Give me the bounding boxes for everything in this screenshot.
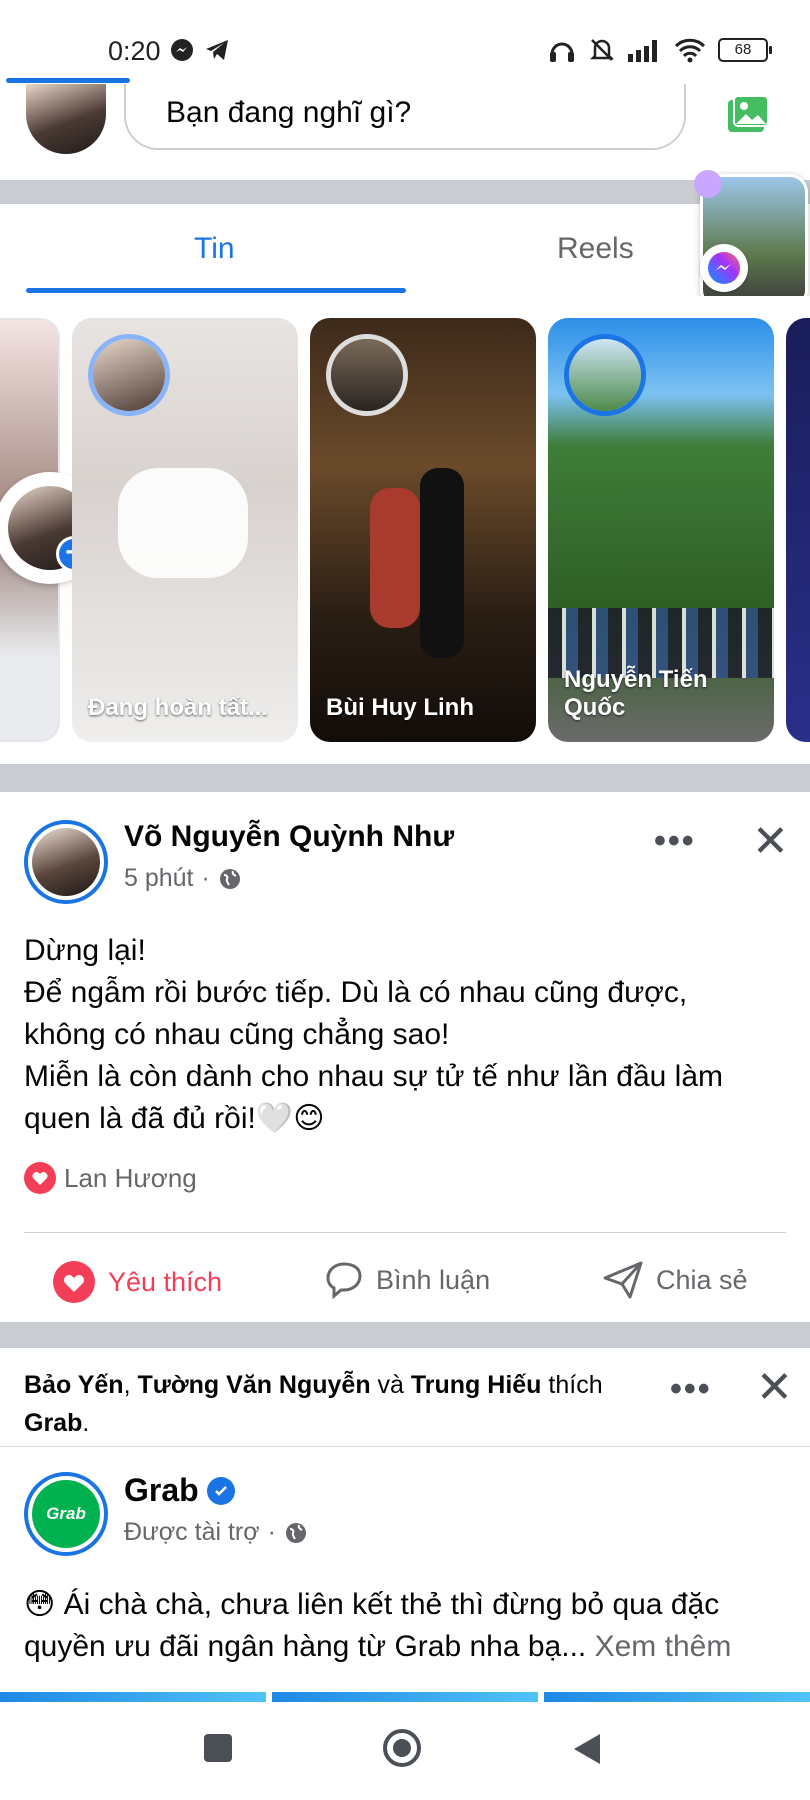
friend-name[interactable]: Trung Hiếu — [411, 1371, 542, 1399]
system-nav-bar — [0, 1702, 810, 1800]
post-text: Dừng lại! Để ngẫm rồi bước tiếp. Dù là c… — [24, 930, 794, 1140]
story-card[interactable]: Đang hoàn tất... — [72, 318, 298, 742]
story-image-mask — [118, 468, 248, 578]
sponsored-post: Bảo Yến, Tường Văn Nguyễn và Trung Hiếu … — [0, 1348, 810, 1704]
reactor-name: Lan Hương — [64, 1162, 197, 1193]
photo-icon[interactable] — [726, 94, 770, 134]
post-text-line: Miễn là còn dành cho nhau sự tử tế như l… — [24, 1060, 724, 1093]
status-bar: 0:20 68 — [0, 0, 810, 83]
story-figure — [370, 488, 420, 628]
post-meta: 5 phút · — [124, 864, 242, 893]
social-verb: thích — [541, 1371, 603, 1399]
story-name: Bùi Huy Linh — [326, 694, 474, 721]
post-author-avatar[interactable] — [24, 820, 108, 904]
signal-icon — [628, 40, 657, 62]
composer-input[interactable]: Bạn đang nghĩ gì? — [124, 84, 686, 150]
story-card[interactable]: Bùi Huy Linh — [310, 318, 536, 742]
comment-icon — [326, 1262, 362, 1300]
back-button[interactable] — [572, 1732, 602, 1766]
post-divider — [0, 1446, 810, 1447]
page-avatar[interactable]: Grab — [24, 1472, 108, 1556]
verified-badge-icon — [206, 1476, 235, 1505]
comment-button[interactable]: Bình luận — [324, 1260, 490, 1300]
liked-page-name[interactable]: Grab — [24, 1409, 82, 1437]
story-name-line: Nguyễn Tiến — [564, 666, 708, 693]
messenger-icon — [171, 39, 193, 61]
heart-icon — [53, 1261, 95, 1303]
headphones-icon — [550, 42, 574, 62]
page-name-label: Grab — [124, 1472, 199, 1508]
reaction-summary[interactable]: Lan Hương — [24, 1162, 197, 1194]
share-icon — [603, 1261, 643, 1299]
share-label: Chia sẻ — [656, 1264, 748, 1295]
post-divider — [24, 1232, 786, 1233]
social-end: . — [82, 1409, 90, 1437]
meta-dot: · — [201, 864, 210, 892]
tab-reels[interactable]: Reels — [557, 232, 634, 266]
more-options-button[interactable]: ••• — [654, 822, 696, 861]
composer: Bạn đang nghĩ gì? — [0, 84, 810, 180]
post-text: 😳 Ái chà chà, chưa liên kết thẻ thì đừng… — [24, 1584, 794, 1668]
see-more-link[interactable]: Xem thêm — [595, 1630, 732, 1663]
story-avatar — [564, 334, 646, 416]
battery-icon: 68 — [718, 38, 772, 62]
social-separator: và — [370, 1371, 411, 1399]
wifi-icon — [674, 38, 706, 63]
more-options-button[interactable]: ••• — [670, 1370, 712, 1409]
messenger-badge — [700, 244, 748, 292]
story-card[interactable] — [786, 318, 810, 742]
story-avatar — [326, 334, 408, 416]
story-name-line: Quốc — [564, 694, 626, 721]
status-left-icons — [170, 38, 230, 62]
hide-post-button[interactable]: ✕ — [752, 816, 789, 867]
social-context: Bảo Yến, Tường Văn Nguyễn và Trung Hiếu … — [24, 1366, 624, 1442]
like-button[interactable]: Yêu thích — [52, 1260, 222, 1304]
story-name: Đang hoàn tất... — [88, 694, 268, 721]
friend-name[interactable]: Tường Văn Nguyễn — [137, 1371, 370, 1399]
hide-post-button[interactable]: ✕ — [756, 1362, 793, 1413]
share-button[interactable]: Chia sẻ — [602, 1260, 748, 1300]
grab-logo: Grab — [32, 1480, 100, 1548]
section-separator — [0, 1322, 810, 1348]
post-text-line: quen là đã đủ rồi!🤍😊 — [24, 1102, 325, 1135]
section-separator — [0, 764, 810, 792]
user-avatar[interactable] — [26, 84, 106, 154]
post-text-line: Dừng lại! — [24, 934, 146, 967]
social-separator: , — [123, 1371, 138, 1399]
sponsored-label: Được tài trợ — [124, 1518, 260, 1546]
story-card[interactable]: Nguyễn Tiến Quốc — [548, 318, 774, 742]
post-author-name[interactable]: Võ Nguyễn Quỳnh Như — [124, 820, 454, 854]
tab-stories[interactable]: Tin — [194, 232, 235, 266]
loading-progress — [6, 78, 130, 83]
story-tabs: Tin Reels — [0, 204, 810, 296]
story-avatar — [88, 334, 170, 416]
page-name[interactable]: Grab — [124, 1472, 235, 1509]
friend-name[interactable]: Bảo Yến — [24, 1371, 124, 1399]
chat-head-dot — [694, 170, 722, 198]
home-button[interactable] — [382, 1728, 422, 1768]
story-name: Nguyễn Tiến Quốc — [564, 666, 764, 722]
status-right-icons: 68 — [548, 36, 772, 64]
like-label: Yêu thích — [108, 1266, 223, 1297]
love-reaction-icon — [24, 1162, 56, 1194]
globe-icon — [219, 868, 240, 889]
status-time: 0:20 — [108, 36, 161, 66]
stories-tray: + Đang hoàn tất... Bùi Huy Linh Nguyễn T… — [0, 296, 810, 764]
globe-icon — [285, 1522, 306, 1543]
telegram-icon — [206, 40, 228, 60]
comment-label: Bình luận — [376, 1264, 491, 1295]
post-text-line: không có nhau cũng chẳng sao! — [24, 1018, 450, 1051]
feed-post: Võ Nguyễn Quỳnh Như 5 phút · ••• ✕ Dừng … — [0, 792, 810, 1322]
meta-dot: · — [267, 1518, 276, 1546]
recents-button[interactable] — [202, 1732, 234, 1764]
active-tab-indicator — [26, 288, 406, 293]
post-meta: Được tài trợ · — [124, 1518, 308, 1547]
post-time: 5 phút — [124, 864, 194, 892]
messenger-icon — [708, 252, 740, 284]
bell-muted-icon — [589, 39, 615, 61]
story-figure — [420, 468, 464, 658]
section-separator — [0, 180, 810, 204]
post-text-line: Để ngẫm rồi bước tiếp. Dù là có nhau cũn… — [24, 976, 688, 1009]
